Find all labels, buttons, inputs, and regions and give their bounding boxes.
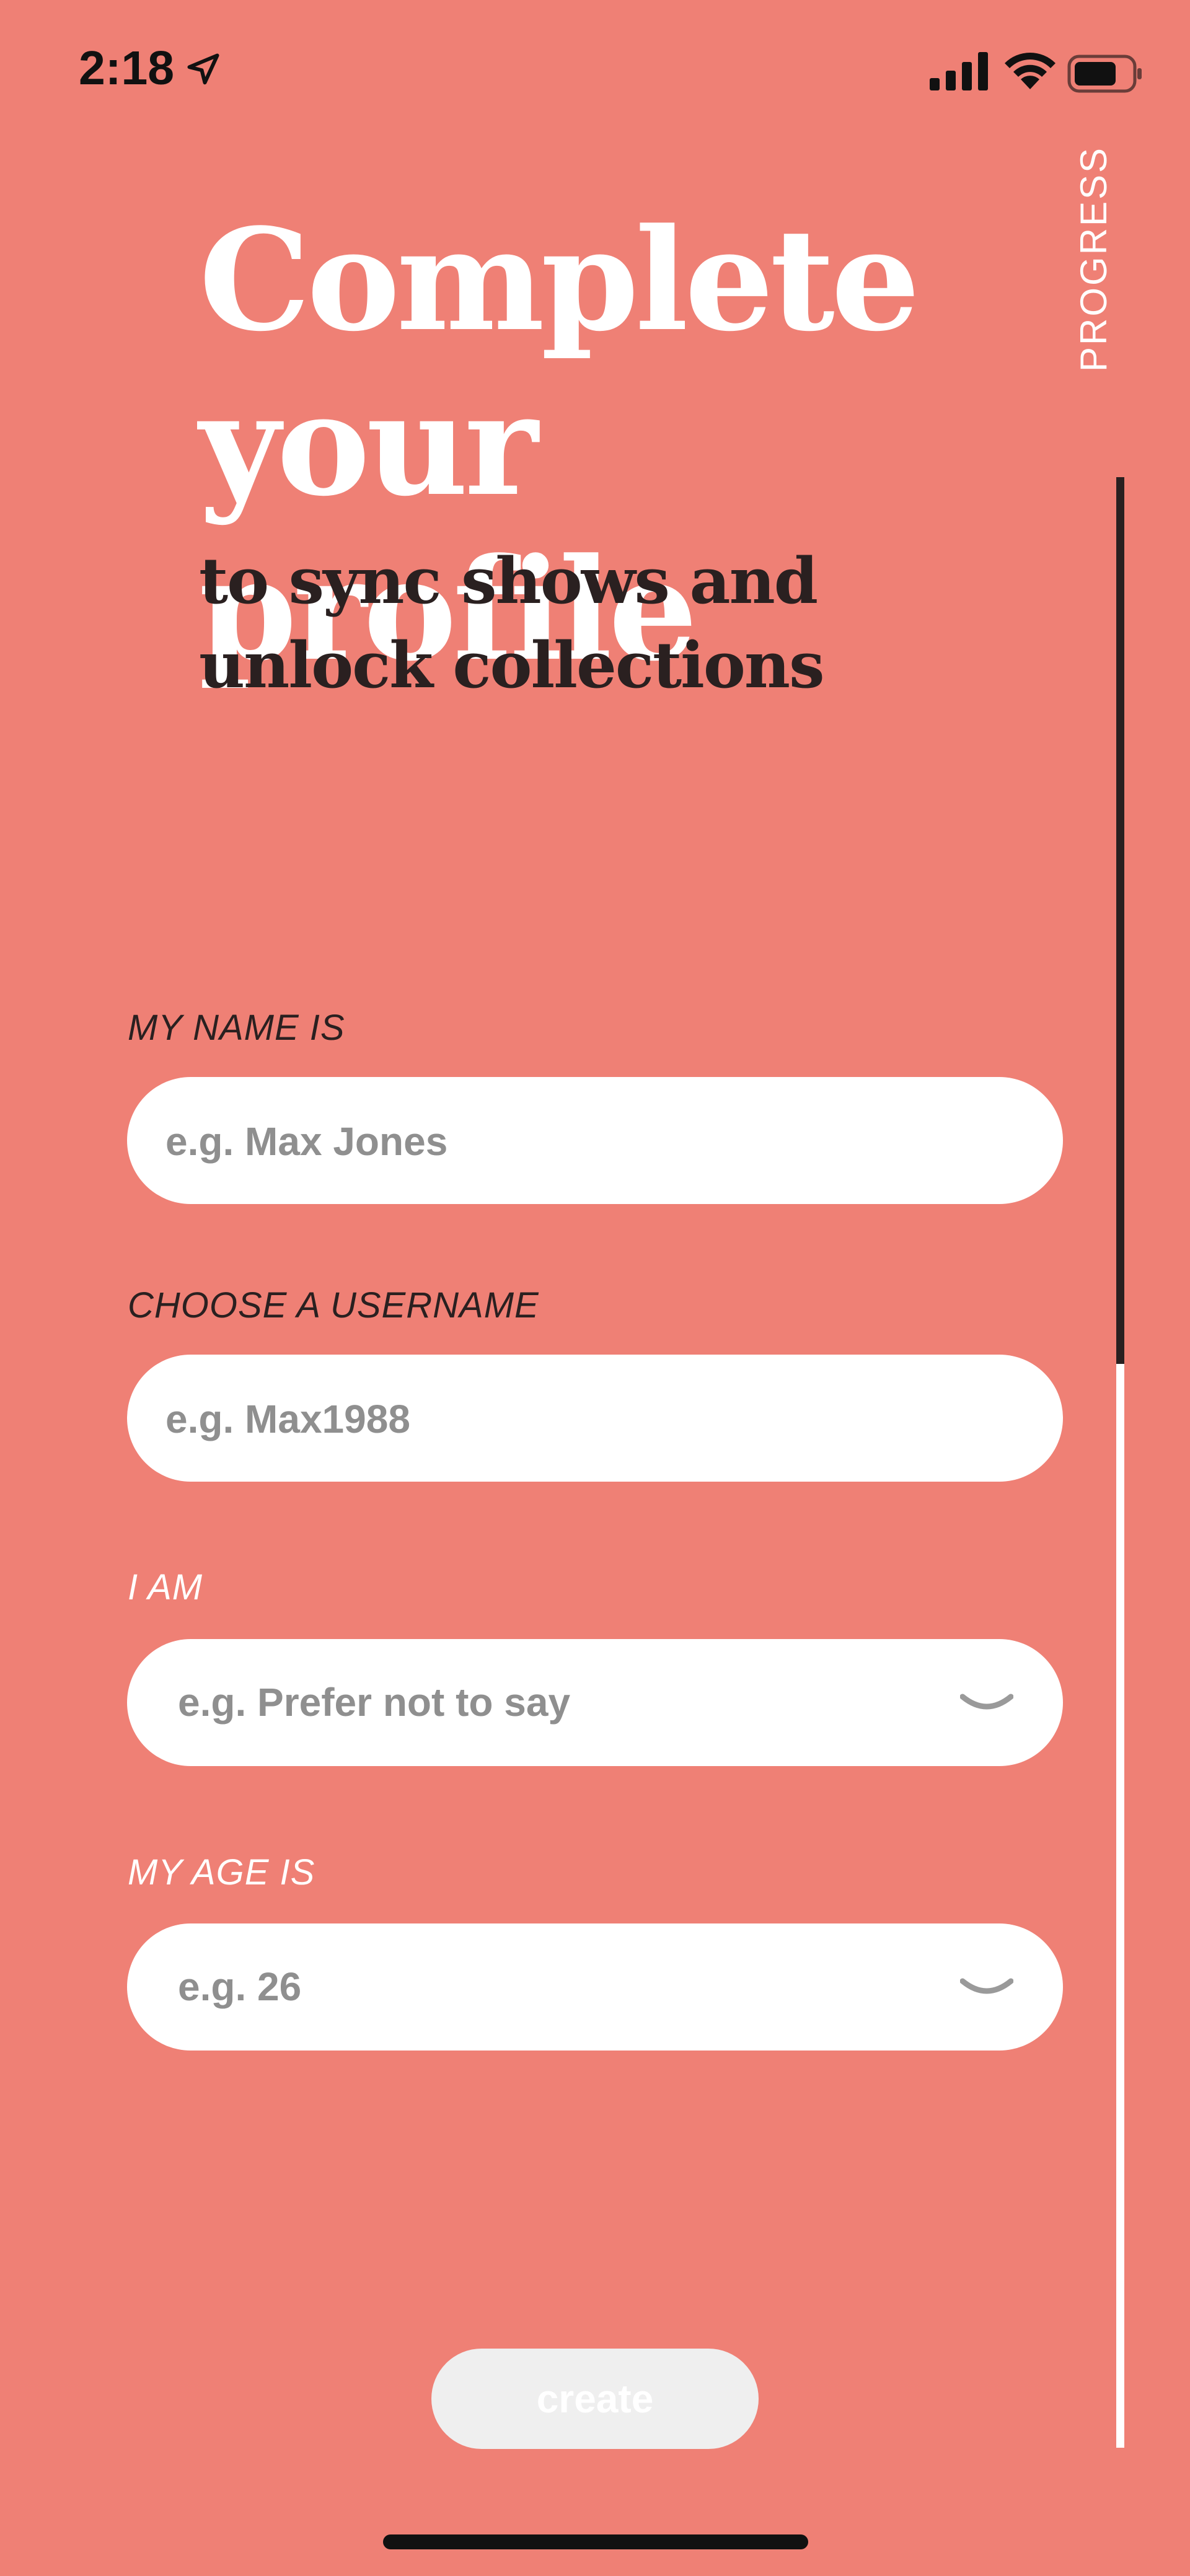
age-label: MY AGE IS [128,1852,315,1892]
battery-icon [1067,55,1142,93]
create-button[interactable]: create [431,2349,759,2449]
title-line-1: Complete [199,198,920,363]
progress-fill [1116,477,1124,1364]
username-label: CHOOSE A USERNAME [128,1285,539,1325]
status-time: 2:18 [79,42,175,95]
progress-bar [1116,477,1124,2448]
progress-label: PROGRESS [1073,146,1114,372]
age-select[interactable]: e.g. 26 [127,1923,1063,2051]
cellular-signal-icon [930,52,988,90]
username-input[interactable] [164,1355,1022,1483]
name-input[interactable] [164,1077,1022,1205]
gender-select[interactable]: e.g. Prefer not to say [127,1639,1063,1766]
location-arrow-icon [187,53,219,85]
chevron-down-icon [960,1694,1013,1710]
page-subtitle: to sync shows and unlock collections [199,544,825,703]
age-select-value: e.g. 26 [178,1964,302,2009]
name-label: MY NAME IS [128,1008,345,1048]
home-indicator [383,2534,808,2549]
username-field[interactable] [127,1355,1063,1483]
gender-label: I AM [128,1567,203,1607]
chevron-down-icon [960,1978,1013,1994]
gender-select-value: e.g. Prefer not to say [178,1680,571,1725]
wifi-icon [1005,53,1056,89]
name-field[interactable] [127,1077,1063,1205]
